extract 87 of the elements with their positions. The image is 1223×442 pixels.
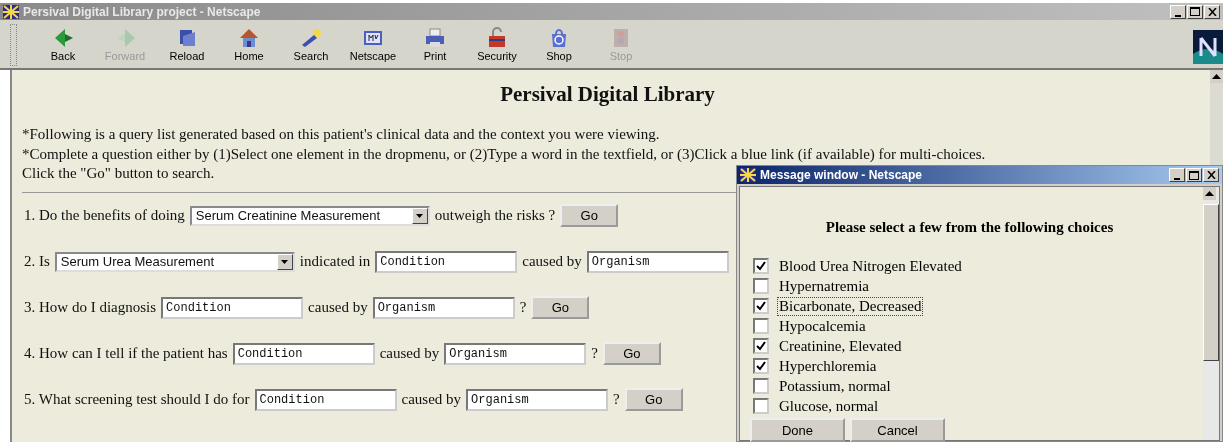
choice-label[interactable]: Blood Urea Nitrogen Elevated [777,256,964,276]
toolbar-button[interactable]: Home [218,26,280,62]
done-button[interactable]: Done [750,418,845,442]
choice-label[interactable]: Hyperchloremia [777,356,879,376]
toolbar-button[interactable]: Shop [528,26,590,62]
maximize-icon [1190,7,1200,16]
text-field[interactable]: Condition [375,250,518,273]
checkbox[interactable] [753,378,769,394]
checkbox[interactable] [753,298,769,314]
scroll-up-icon [1212,74,1221,79]
browser-logo-icon [1193,30,1223,64]
checkmark-icon [756,301,766,311]
cancel-button[interactable]: Cancel [850,418,945,442]
go-button[interactable]: Go [531,296,590,319]
instruction-text: *Complete a question either by (1)Select one element in the dropmenu, or (2)Type a word in the textfield, or (3)Click a blue link (if available) for multi-choices. [22,144,986,164]
choice-label[interactable]: Creatinine, Elevated [777,336,904,356]
question-text: caused by [308,299,368,316]
text-field[interactable]: Organism [466,388,609,411]
toolbar-button[interactable]: Search [280,26,342,62]
page-heading: Persival Digital Library [499,82,716,107]
checkbox[interactable] [753,318,769,334]
toolbar-button[interactable]: Back [32,26,94,62]
question-text: 3. How do I diagnosis [24,299,157,316]
app-logo-icon [740,168,756,182]
question-text: outweigh the risks ? [434,207,556,224]
minimize-icon [1175,14,1181,17]
text-field[interactable]: Organism [372,296,515,319]
choice-label[interactable]: Glucose, normal [777,396,881,416]
checkbox[interactable] [753,258,769,274]
window-title: Persival Digital Library project - Netscape [23,4,262,19]
checkbox[interactable] [753,398,769,414]
toolbar-button[interactable]: Print [404,26,466,62]
caret-icon [416,213,424,218]
question-text: caused by [401,391,462,408]
checkbox[interactable] [753,358,769,374]
close-button[interactable] [1204,4,1220,19]
scroll-up-button[interactable] [1203,187,1216,200]
close-button[interactable] [1203,168,1219,182]
window-title: Message window - Netscape [760,168,924,182]
choice-label[interactable]: Hypernatremia [777,276,871,296]
minimize-icon [1174,178,1180,180]
toolbar-button[interactable]: Netscape [342,26,404,62]
question-text: indicated in [299,253,371,270]
choice-label[interactable]: Hypocalcemia [777,316,868,336]
text-field[interactable]: Condition [161,296,304,319]
checkbox[interactable] [753,278,769,294]
printer-icon [423,26,447,50]
dropdown[interactable]: Serum Creatinine Measurement [189,205,430,226]
question-text: 5. What screening test should I do for [24,391,250,408]
dialog-heading: Please select a few from the following choices [824,219,1115,236]
minimize-button[interactable] [1170,4,1186,19]
instruction-text: *Following is a query list generated based on this patient's clinical data and the context you were viewing. [22,125,660,144]
checkbox[interactable] [753,338,769,354]
app-logo-icon [3,4,19,19]
caret-icon [281,259,289,264]
maximize-button[interactable] [1187,4,1203,19]
checkmark-icon [756,261,766,271]
question-text: caused by [522,253,582,270]
scroll-up-button[interactable] [1210,70,1223,83]
maximize-icon [1189,170,1199,180]
choice-label[interactable]: Bicarbonate, Decreased [777,296,924,316]
go-button[interactable]: Go [560,204,619,227]
text-field[interactable]: Organism [586,250,729,273]
toolbar-button[interactable]: Reload [156,26,218,62]
go-button[interactable]: Go [602,342,661,365]
question-text: 2. Is [24,253,50,270]
toolbar-button[interactable]: Security [466,26,528,62]
minimize-button[interactable] [1169,168,1185,182]
text-field[interactable]: Condition [232,342,375,365]
text-field[interactable]: Condition [254,388,397,411]
question-text: ? [613,391,620,408]
close-icon [1207,7,1217,16]
question-text: ? [519,299,527,316]
question-text: 1. Do the benefits of doing [24,207,185,224]
toolbar-grip[interactable] [10,24,17,66]
scroll-up-icon [1205,191,1214,196]
question-text: 4. How can I tell if the patient has [24,345,228,362]
question-text: ? [591,345,598,362]
choice-label[interactable]: Potassium, normal [777,376,893,396]
instruction-text: Click the "Go" button to search. [22,164,215,183]
question-text: caused by [379,345,440,362]
text-field[interactable]: Organism [444,342,587,365]
scrollbar-thumb[interactable] [1203,204,1219,361]
go-button[interactable]: Go [624,388,683,411]
maximize-button[interactable] [1186,168,1202,182]
dropdown[interactable]: Serum Urea Measurement [54,251,295,272]
close-icon [1206,171,1216,179]
